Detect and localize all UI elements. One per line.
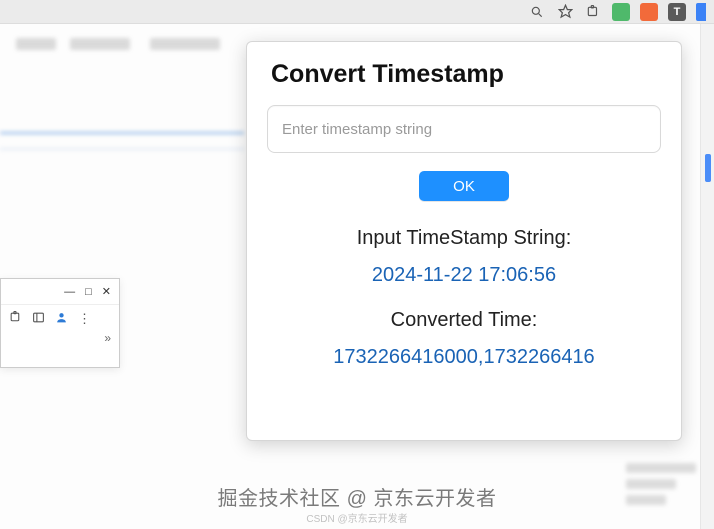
- extension-orange-icon[interactable]: [640, 3, 658, 21]
- extension-blue-icon[interactable]: [696, 3, 706, 21]
- maximize-icon[interactable]: □: [85, 286, 92, 298]
- converted-time-value: 1732266416000,1732266416: [267, 346, 661, 369]
- profile-icon[interactable]: [55, 311, 68, 327]
- input-timestamp-value: 2024-11-22 17:06:56: [267, 264, 661, 287]
- mini-window-titlebar: — □ ✕: [1, 279, 119, 305]
- result-block: Input TimeStamp String: 2024-11-22 17:06…: [267, 227, 661, 369]
- converted-time-label: Converted Time:: [267, 309, 661, 332]
- browser-toolbar: T: [0, 0, 714, 24]
- ok-button[interactable]: OK: [419, 171, 509, 201]
- kebab-menu-icon[interactable]: ⋮: [78, 311, 91, 327]
- bookmark-star-icon[interactable]: [556, 3, 574, 21]
- timestamp-converter-popup: Convert Timestamp OK Input TimeStamp Str…: [246, 41, 682, 441]
- zoom-icon[interactable]: [528, 3, 546, 21]
- side-strip: [700, 24, 714, 529]
- puzzle-icon[interactable]: [9, 311, 22, 327]
- input-timestamp-label: Input TimeStamp String:: [267, 227, 661, 250]
- close-icon[interactable]: ✕: [102, 285, 111, 298]
- extension-timestamp-icon[interactable]: T: [668, 3, 686, 21]
- more-chevron-icon[interactable]: »: [104, 331, 111, 345]
- timestamp-input[interactable]: [267, 105, 661, 153]
- extension-green-icon[interactable]: [612, 3, 630, 21]
- side-indicator: [705, 154, 711, 182]
- background-list: [626, 457, 696, 511]
- minimize-icon[interactable]: —: [64, 286, 75, 298]
- popup-title: Convert Timestamp: [271, 60, 504, 89]
- mini-window: — □ ✕ ⋮ »: [0, 278, 120, 368]
- sidebar-toggle-icon[interactable]: [32, 311, 45, 327]
- extensions-icon[interactable]: [584, 3, 602, 21]
